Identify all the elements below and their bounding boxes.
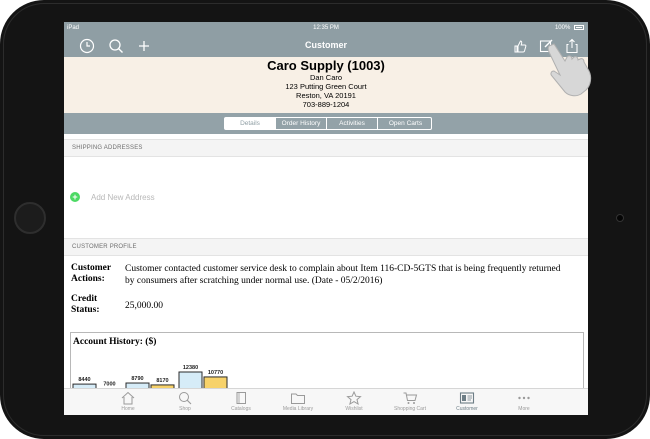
battery-percent: 100%	[554, 25, 571, 31]
chart-value-label: 8790	[131, 376, 143, 382]
tab-wishlist-label: Wishlist	[345, 406, 363, 412]
tab-bar-segment: Details Order History Activities Open Ca…	[64, 113, 588, 134]
segmented-control: Details Order History Activities Open Ca…	[224, 117, 432, 130]
tab-shop[interactable]: Shop	[155, 391, 215, 412]
tab-catalogs-label: Catalogs	[231, 406, 251, 412]
tab-media-label: Media Library	[282, 406, 314, 412]
customer-street: 123 Putting Green Court	[285, 82, 367, 91]
nav-title: Customer	[304, 40, 347, 50]
customer-profile: Customer Actions: Customer contacted cus…	[64, 256, 588, 326]
tab-home-label: Home	[121, 406, 135, 412]
home-icon	[121, 391, 135, 405]
bottom-tab-bar: Home Shop Catalogs Media Library Wishlis…	[64, 388, 588, 415]
tab-shopping-cart[interactable]: Shopping Cart	[380, 391, 440, 412]
customer-actions-value: Customer contacted customer service desk…	[125, 264, 561, 286]
shipping-section-header: SHIPPING ADDRESSES	[64, 139, 588, 157]
status-bar: iPad 12:35 PM 100%	[64, 22, 588, 35]
tab-customer-label: Customer	[456, 406, 478, 412]
credit-status-value: 25,000.00	[125, 301, 163, 311]
tap-hand-icon	[547, 43, 592, 97]
tab-media-library[interactable]: Media Library	[268, 391, 328, 412]
tab-cart-label: Shopping Cart	[394, 406, 426, 412]
add-address-row[interactable]: + Add New Address	[64, 175, 588, 229]
search-icon	[179, 392, 192, 405]
add-address-label[interactable]: Add New Address	[91, 193, 155, 202]
chart-value-label: 12380	[183, 365, 198, 371]
tab-shop-label: Shop	[179, 406, 191, 412]
nav-bar: Customer	[64, 35, 588, 57]
tab-catalogs[interactable]: Catalogs	[211, 391, 271, 412]
chart-value-label: 10770	[208, 370, 223, 376]
customer-phone[interactable]: 703-889-1204	[64, 100, 588, 109]
folder-icon	[291, 393, 305, 404]
profile-section-header: CUSTOMER PROFILE	[64, 238, 588, 256]
customer-icon	[459, 392, 475, 404]
customer-header: Caro Supply (1003) Dan Caro 123 Putting …	[64, 57, 588, 113]
tab-more[interactable]: More	[494, 391, 554, 412]
catalog-icon	[236, 392, 246, 404]
credit-status-label: Credit Status:	[71, 294, 100, 315]
battery-status: 100%	[555, 25, 584, 31]
tab-order-history[interactable]: Order History	[276, 118, 327, 129]
status-time: 12:35 PM	[313, 25, 339, 31]
chart-value-label: 8440	[78, 377, 90, 383]
app-screen: iPad 12:35 PM 100% Customer Caro Supply …	[64, 22, 588, 415]
cart-icon	[403, 392, 418, 404]
ipad-frame: iPad 12:35 PM 100% Customer Caro Supply …	[0, 0, 650, 439]
chart-value-label: 7000	[103, 382, 115, 388]
tab-open-carts[interactable]: Open Carts	[378, 118, 433, 129]
tab-wishlist[interactable]: Wishlist	[324, 391, 384, 412]
camera	[616, 214, 624, 222]
more-icon	[518, 396, 530, 400]
customer-contact: Dan Caro	[309, 73, 343, 82]
tab-more-label: More	[518, 406, 530, 412]
battery-icon	[574, 25, 584, 30]
home-button[interactable]	[14, 202, 46, 234]
tab-customer[interactable]: Customer	[437, 391, 497, 412]
add-circle-icon[interactable]: +	[70, 192, 80, 202]
tab-activities[interactable]: Activities	[327, 118, 378, 129]
tab-home[interactable]: Home	[98, 391, 158, 412]
chart-value-label: 8170	[156, 378, 168, 384]
customer-city: Reston, VA 20191	[296, 91, 356, 100]
tab-details[interactable]: Details	[225, 118, 276, 129]
customer-actions-label: Customer Actions:	[71, 263, 111, 284]
thumbs-up-icon[interactable]	[512, 38, 528, 54]
star-icon	[346, 391, 362, 405]
customer-name: Caro Supply (1003)	[267, 58, 385, 73]
